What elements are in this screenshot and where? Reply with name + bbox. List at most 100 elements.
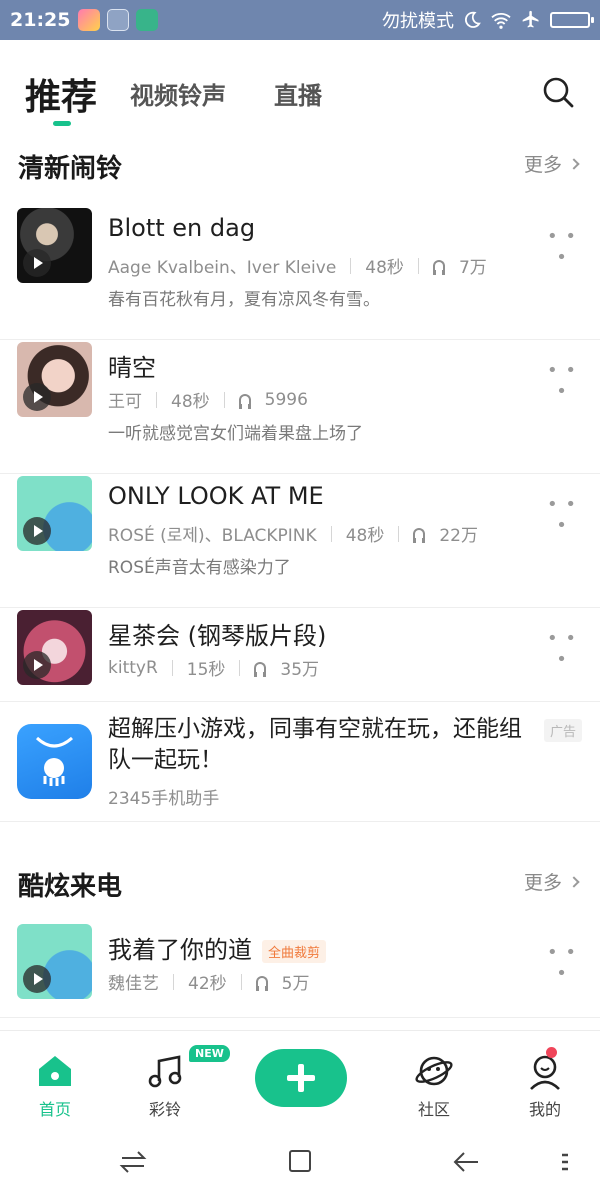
ad-source: 2345手机助手: [108, 789, 220, 809]
divider: [173, 973, 174, 990]
nav-community[interactable]: 社区: [384, 1031, 484, 1126]
song-cover: [17, 476, 92, 551]
airplane-icon: [522, 10, 539, 28]
divider: [417, 257, 419, 274]
headphones-icon: [255, 976, 268, 991]
more-options-icon[interactable]: • • •: [544, 628, 580, 670]
home-icon: [39, 1056, 71, 1086]
chevron-right-icon: [568, 157, 580, 170]
battery-icon: [550, 12, 594, 28]
nav-home[interactable]: 首页: [5, 1031, 105, 1126]
switch-apps-icon[interactable]: [116, 1147, 150, 1177]
song-meta: ROSÉ (로제)、BLACKPINK 48秒 22万: [108, 521, 478, 546]
list-item[interactable]: 晴空 王可 48秒 5996 一听就感觉宫女们端着果盘上场了 • • •: [0, 342, 600, 474]
song-description: 春有百花秋有月，夏有凉风冬有雪。: [108, 290, 380, 310]
app-store-icon: [17, 724, 92, 799]
bottom-nav: 首页 彩铃 NEW 社区 我的: [0, 1030, 600, 1125]
section-header-fresh-alarm: 清新闹铃 更多: [0, 140, 600, 190]
more-options-icon[interactable]: • • •: [544, 226, 580, 268]
nav-label: 彩铃: [148, 1100, 181, 1119]
play-count: 35万: [280, 660, 320, 680]
ad-item[interactable]: 超解压小游戏，同事有空就在玩，还能组队一起玩！ 2345手机助手 广告: [0, 714, 600, 822]
usb-icon: [136, 9, 159, 31]
play-count: 22万: [439, 526, 478, 546]
planet-icon: [415, 1056, 453, 1086]
more-link[interactable]: 更多: [523, 868, 580, 895]
new-badge: NEW: [189, 1045, 230, 1062]
divider: [240, 973, 242, 990]
hand-notification-icon: [107, 9, 130, 31]
song-duration: 48秒: [171, 392, 210, 412]
more-label: 更多: [523, 872, 562, 894]
list-item[interactable]: 星茶会 (钢琴版片段) kittyR 15秒 35万 • • •: [0, 610, 600, 702]
play-icon[interactable]: [23, 517, 51, 545]
divider: [350, 257, 352, 274]
ad-title: 超解压小游戏，同事有空就在玩，还能组队一起玩！: [108, 716, 522, 773]
ad-badge: 广告: [543, 719, 582, 742]
song-meta: 魏佳艺 42秒 5万: [108, 969, 309, 994]
song-meta: kittyR 15秒 35万: [108, 655, 320, 681]
song-title: ONLY LOOK AT ME: [108, 482, 324, 510]
more-options-icon[interactable]: • • •: [544, 360, 580, 402]
song-duration: 48秒: [345, 526, 385, 546]
list-item[interactable]: Blott en dag Aage Kvalbein、Iver Kleive 4…: [0, 208, 600, 340]
song-description: 一听就感觉宫女们端着果盘上场了: [108, 424, 363, 444]
song-artist: kittyR: [108, 657, 158, 678]
section-title: 清新闹铃: [18, 154, 123, 184]
wifi-icon: [491, 13, 511, 29]
system-nav-bar: [0, 1125, 600, 1200]
play-icon[interactable]: [23, 651, 51, 679]
divider: [171, 659, 173, 676]
section-title: 酷炫来电: [18, 872, 123, 902]
more-options-icon[interactable]: • • •: [544, 942, 580, 984]
more-link[interactable]: 更多: [523, 150, 580, 177]
divider: [239, 659, 241, 676]
app-notification-icon: [78, 9, 101, 31]
chevron-right-icon: [568, 875, 580, 888]
song-description: ROSÉ声音太有感染力了: [108, 558, 291, 578]
notification-dot: [546, 1047, 557, 1058]
back-arrow-icon[interactable]: [450, 1147, 484, 1177]
divider: [156, 391, 157, 408]
more-options-icon[interactable]: • • •: [544, 494, 580, 536]
status-time: 21:25: [10, 9, 71, 31]
tab-video-ringtone[interactable]: 视频铃声: [130, 76, 226, 111]
list-item[interactable]: ONLY LOOK AT ME ROSÉ (로제)、BLACKPINK 48秒 …: [0, 476, 600, 608]
play-count: 5996: [264, 389, 308, 410]
nav-label: 首页: [38, 1100, 71, 1119]
section-header-cool-call: 酷炫来电 更多: [0, 858, 600, 908]
menu-icon[interactable]: [550, 1147, 584, 1177]
moon-icon: [464, 11, 481, 28]
song-meta: Aage Kvalbein、Iver Kleive 48秒 7万: [108, 253, 487, 278]
list-item[interactable]: 我着了你的道 全曲裁剪 魏佳艺 42秒 5万 • • •: [0, 924, 600, 1018]
headphones-icon: [432, 260, 445, 275]
song-artist: Aage Kvalbein、Iver Kleive: [108, 258, 337, 278]
divider: [223, 391, 225, 408]
tab-recommend[interactable]: 推荐: [25, 68, 97, 120]
song-duration: 42秒: [188, 974, 227, 994]
top-tabs: 推荐 视频铃声 直播: [0, 40, 600, 132]
tab-live[interactable]: 直播: [274, 76, 322, 111]
song-cover: [17, 208, 92, 283]
song-cover: [17, 610, 92, 685]
more-label: 更多: [523, 154, 562, 176]
add-button[interactable]: [255, 1049, 347, 1107]
dnd-mode-label: 勿扰模式: [382, 11, 454, 32]
nav-mine[interactable]: 我的: [495, 1031, 595, 1126]
play-icon[interactable]: [23, 383, 51, 411]
song-duration: 15秒: [186, 660, 226, 680]
bag-icon: [35, 736, 73, 786]
home-square-icon[interactable]: [283, 1147, 317, 1177]
status-bar: 21:25 勿扰模式: [0, 0, 600, 40]
headphones-icon: [413, 528, 426, 543]
song-meta: 王可 48秒 5996: [108, 387, 308, 413]
song-title-text: 我着了你的道: [108, 936, 252, 964]
song-duration: 48秒: [365, 258, 404, 278]
search-icon[interactable]: [540, 74, 576, 110]
full-cut-tag: 全曲裁剪: [262, 939, 327, 963]
play-icon[interactable]: [23, 249, 51, 277]
song-title: 我着了你的道 全曲裁剪: [108, 930, 327, 965]
song-cover: [17, 924, 92, 999]
play-icon[interactable]: [23, 965, 51, 993]
play-count: 7万: [458, 258, 487, 278]
